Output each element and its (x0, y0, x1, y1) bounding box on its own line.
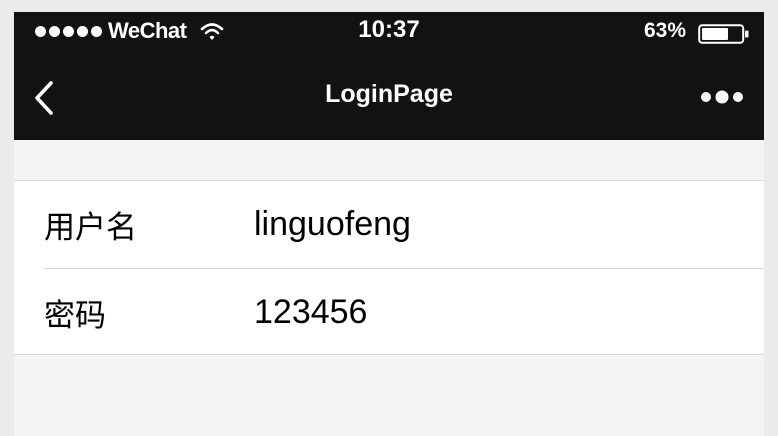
login-form: 用户名 密码 (14, 180, 764, 355)
password-input[interactable] (254, 282, 764, 342)
username-input[interactable] (254, 194, 764, 255)
navigation-bar: LoginPage (14, 70, 764, 122)
page-title: LoginPage (325, 80, 453, 108)
phone-screen: WeChat 10:37 63% LoginPage 用户名 linguofen… (14, 12, 764, 436)
more-dots-icon[interactable] (700, 86, 744, 108)
battery-icon (698, 24, 749, 44)
status-bar: WeChat 10:37 63% (14, 12, 764, 52)
top-bar: WeChat 10:37 63% LoginPage (14, 12, 764, 140)
password-label: 密码 (44, 297, 106, 334)
username-row: 用户名 (44, 181, 764, 269)
username-label: 用户名 (44, 210, 137, 246)
password-row: 密码 (44, 269, 764, 355)
battery-percentage: 63% (643, 19, 686, 42)
